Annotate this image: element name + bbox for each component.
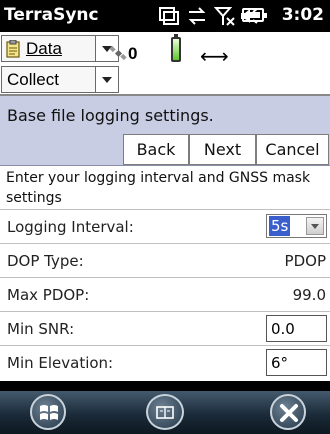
next-button[interactable]: Next (189, 134, 256, 165)
data-menu-label: Data (26, 39, 62, 58)
min-snr-input[interactable]: 0.0 (266, 315, 327, 342)
back-button[interactable]: Back (123, 134, 189, 165)
sync-icon[interactable] (158, 6, 180, 26)
close-icon (280, 404, 298, 422)
logging-interval-row: Logging Interval: 5s (0, 210, 330, 244)
taskbar (0, 391, 330, 434)
min-elevation-input[interactable]: 6° (266, 349, 327, 376)
document-icon (6, 40, 20, 58)
logging-interval-select[interactable]: 5s (266, 214, 327, 238)
page-title: Base file logging settings. (7, 106, 214, 125)
form-description: Enter your logging interval and GNSS mas… (0, 166, 330, 210)
windows-start-button[interactable] (30, 394, 66, 430)
arrows-horizontal-icon[interactable]: ⟷ (200, 44, 229, 68)
windows-start-icon (40, 405, 58, 420)
collect-menu-dropdown[interactable]: Collect (1, 66, 119, 93)
battery-icon[interactable] (242, 8, 267, 22)
data-menu-dropdown[interactable]: Data (1, 35, 119, 62)
dop-type-row: DOP Type: PDOP (0, 244, 330, 278)
toolbar: Data 0 ⟷ Collect (0, 32, 330, 96)
max-pdop-value[interactable]: 99.0 (293, 286, 326, 304)
satellite-icon[interactable] (109, 44, 127, 62)
close-button[interactable] (270, 394, 306, 430)
collect-menu-label: Collect (7, 70, 59, 89)
cancel-button[interactable]: Cancel (256, 134, 329, 165)
section-header: Base file logging settings. Back Next Ca… (0, 96, 330, 166)
dop-type-value[interactable]: PDOP (285, 252, 326, 270)
settings-form: Enter your logging interval and GNSS mas… (0, 166, 330, 381)
logging-interval-label: Logging Interval: (7, 218, 134, 236)
dop-type-label: DOP Type: (7, 252, 84, 270)
max-pdop-row: Max PDOP: 99.0 (0, 278, 330, 312)
keyboard-button[interactable] (146, 394, 184, 430)
signal-off-icon[interactable] (214, 6, 236, 26)
logging-interval-value: 5s (269, 216, 291, 236)
status-bar: TerraSync 3:02 (0, 0, 330, 32)
chevron-down-icon[interactable] (95, 67, 118, 92)
min-snr-row: Min SNR: 0.0 (0, 312, 330, 346)
min-elevation-row: Min Elevation: 6° (0, 346, 330, 380)
app-title: TerraSync (4, 5, 99, 25)
keyboard-icon (156, 406, 174, 419)
clock[interactable]: 3:02 (282, 5, 324, 25)
satellite-count[interactable]: 0 (128, 44, 137, 64)
min-elevation-label: Min Elevation: (7, 354, 114, 372)
receiver-battery-icon[interactable] (171, 34, 181, 62)
connectivity-icon[interactable] (186, 6, 208, 26)
chevron-down-icon[interactable] (306, 217, 324, 235)
min-snr-label: Min SNR: (7, 320, 75, 338)
max-pdop-label: Max PDOP: (7, 286, 90, 304)
